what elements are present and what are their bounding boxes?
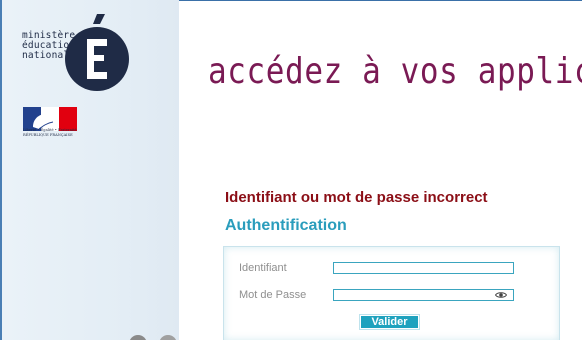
identifiant-label: Identifiant [239,262,287,274]
valider-button[interactable]: Valider [359,314,420,330]
flag-motto: Liberté • Égalité • Fraternité [23,128,77,132]
flag-caption: Liberté • Égalité • Fraternité RÉPUBLIQU… [23,128,77,137]
decorative-shapes-icon [129,335,177,340]
flag-republic: RÉPUBLIQUE FRANÇAISE [23,132,73,137]
password-input[interactable] [333,289,514,301]
sidebar: ministère éducation nationale Liberté • … [0,0,179,340]
page-tagline: accédez à vos applications [208,51,582,93]
auth-title: Authentification [225,217,347,234]
identifiant-input[interactable] [333,262,514,274]
education-e-logo-icon [65,14,129,91]
login-page: ministère éducation nationale Liberté • … [0,0,582,340]
eye-icon[interactable] [495,291,507,299]
error-message: Identifiant ou mot de passe incorrect [225,189,488,206]
password-label: Mot de Passe [239,289,307,301]
